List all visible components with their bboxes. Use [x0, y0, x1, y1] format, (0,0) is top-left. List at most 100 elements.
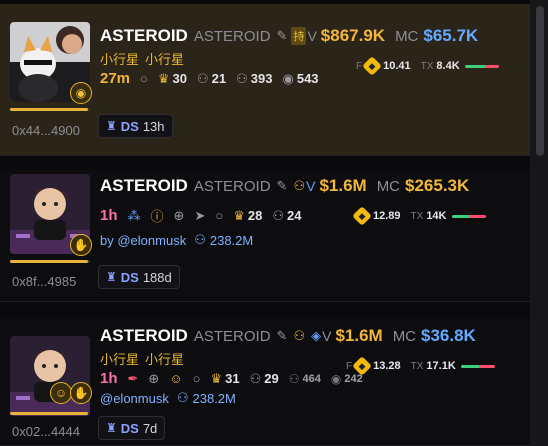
tx-value: 17.1K — [426, 360, 456, 372]
views-icon: ◉ — [282, 70, 294, 86]
market-cap-label: MC — [395, 27, 419, 45]
token-symbol: ASTEROID — [193, 177, 271, 195]
contract-address[interactable]: 0x8f...4985 — [12, 274, 76, 289]
edit-icon[interactable]: ✎ — [277, 328, 288, 344]
stats-row: 1h ✒ ⊕ ☺ ○ ♛ 31 ⚇ 29 ⚇ 464 ◉ 242 — [100, 370, 363, 387]
bnb-icon: ◆ — [362, 56, 383, 76]
token-card[interactable]: ◉ 0x44...4900 ASTEROID ASTEROID ✎ 持 V $8… — [0, 4, 530, 156]
bonding-progress-bar — [10, 108, 90, 111]
followers-icon: ⚇ — [176, 390, 189, 405]
users-count: 393 — [250, 71, 273, 86]
token-age: 1h — [100, 370, 118, 387]
fee-tx-metrics: F ◆ 13.28 TX 17.1K — [346, 356, 495, 376]
feather-icon: ✒ — [127, 370, 139, 386]
bundle-icon: ⁂ — [127, 207, 141, 223]
views-icon: ◉ — [330, 371, 342, 386]
token-avatar[interactable] — [10, 336, 90, 416]
followers-icon: ⚇ — [194, 232, 206, 247]
views-count: 543 — [296, 71, 319, 86]
followers-count: 238.2M — [192, 390, 236, 406]
chef-hat-icon: ♜ — [106, 421, 117, 435]
website-icon[interactable]: ⊕ — [174, 208, 185, 224]
edit-icon[interactable]: ✎ — [277, 28, 288, 44]
trophy-count: 30 — [172, 71, 188, 86]
fee-tx-metrics: F ◆ 10.41 TX 8.4K — [356, 56, 499, 76]
creator-link[interactable]: by @elonmusk — [100, 233, 186, 248]
token-price: $867.9K — [320, 26, 386, 45]
hand-badge-icon: ✋ — [70, 382, 92, 404]
search-icon[interactable]: ○ — [193, 371, 201, 386]
verified-mark: V — [306, 178, 316, 194]
hand-badge-icon: ✋ — [70, 234, 92, 256]
buy-portion — [451, 214, 469, 218]
token-price: $1.6M — [335, 326, 383, 345]
sell-portion — [468, 214, 486, 218]
token-price: $1.6M — [319, 176, 367, 195]
users-count: 464 — [302, 372, 321, 385]
holder-icon: ⚇ — [197, 70, 209, 86]
fee-value: 12.89 — [373, 210, 401, 222]
tx-value: 8.4K — [436, 60, 460, 72]
buy-portion — [460, 364, 480, 368]
dexscreener-button[interactable]: ♜ DS 188d — [98, 265, 180, 289]
ds-label: DS — [120, 269, 139, 285]
views-count: 242 — [344, 372, 363, 385]
creator-handle[interactable]: @elonmusk — [100, 391, 169, 406]
chinese-name: 小行星 — [145, 352, 185, 367]
contract-address[interactable]: 0x44...4900 — [12, 123, 80, 138]
verified-mark: V — [322, 328, 332, 344]
search-icon[interactable]: ○ — [140, 71, 148, 86]
telegram-icon[interactable]: ➤ — [194, 208, 205, 224]
token-card[interactable]: ✋ 0x8f...4985 ASTEROID ASTEROID ✎ ⚇ V $1… — [0, 170, 530, 302]
warning-icon: ⓘ — [150, 209, 164, 224]
dexscreener-button[interactable]: ♜ DS 13h — [98, 114, 173, 138]
fee-value: 10.41 — [383, 60, 411, 72]
sell-portion — [485, 64, 499, 68]
token-name[interactable]: ASTEROID — [100, 326, 188, 346]
token-name[interactable]: ASTEROID — [100, 176, 188, 196]
fee-value: 13.28 — [373, 360, 401, 372]
bonding-progress-fill — [10, 260, 88, 263]
token-symbol: ASTEROID — [193, 327, 271, 345]
by-prefix: by — [100, 232, 114, 248]
ds-age: 7d — [142, 420, 158, 436]
bonding-progress-bar — [10, 412, 90, 415]
bonding-progress-bar — [10, 260, 90, 263]
scrollbar-thumb[interactable] — [536, 6, 544, 156]
token-list: ◉ 0x44...4900 ASTEROID ASTEROID ✎ 持 V $8… — [0, 0, 548, 446]
chef-hat-icon: ♜ — [106, 119, 117, 133]
chef-hat-icon: ♜ — [106, 270, 117, 284]
scrollbar[interactable] — [530, 0, 548, 446]
trophy-count: 28 — [247, 208, 263, 223]
shield-check-icon: ◈ — [311, 328, 322, 343]
creator-handle: @elonmusk — [117, 232, 187, 248]
fee-label: F — [356, 60, 363, 72]
website-icon[interactable]: ⊕ — [148, 371, 159, 387]
tx-label: TX — [420, 60, 434, 72]
team-icon: ⚇ — [293, 178, 306, 193]
dexscreener-button[interactable]: ♜ DS 7d — [98, 416, 166, 440]
token-symbol: ASTEROID — [193, 27, 271, 45]
ds-age: 188d — [142, 269, 172, 285]
creator-row: by @elonmusk ⚇ 238.2M — [100, 232, 253, 248]
holding-tag: 持 — [291, 27, 307, 45]
token-card[interactable]: ☺ ✋ 0x02...4444 ASTEROID ASTEROID ✎ ⚇ ◈ … — [0, 318, 530, 446]
search-icon[interactable]: ○ — [215, 208, 223, 223]
holder-icon: ⚇ — [249, 370, 262, 386]
holder-icon: ⚇ — [272, 207, 284, 223]
ds-label: DS — [120, 118, 139, 134]
users-icon: ⚇ — [288, 371, 300, 386]
chinese-name-row: 小行星 小行星 — [100, 349, 184, 368]
chinese-name: 小行星 — [100, 352, 140, 367]
token-name[interactable]: ASTEROID — [100, 26, 188, 46]
contract-address[interactable]: 0x02...4444 — [12, 424, 80, 439]
trophy-count: 31 — [225, 371, 240, 386]
holder-count: 29 — [264, 371, 279, 386]
holder-count: 21 — [211, 71, 227, 86]
tx-value: 14K — [426, 210, 447, 222]
creator-row: @elonmusk ⚇ 238.2M — [100, 390, 236, 406]
market-cap-label: MC — [376, 177, 401, 195]
edit-icon[interactable]: ✎ — [277, 178, 288, 194]
stats-row: 27m ○ ♛ 30 ⚇ 21 ⚇ 393 ◉ 543 — [100, 70, 319, 87]
market-cap-value: $265.3K — [405, 176, 470, 195]
